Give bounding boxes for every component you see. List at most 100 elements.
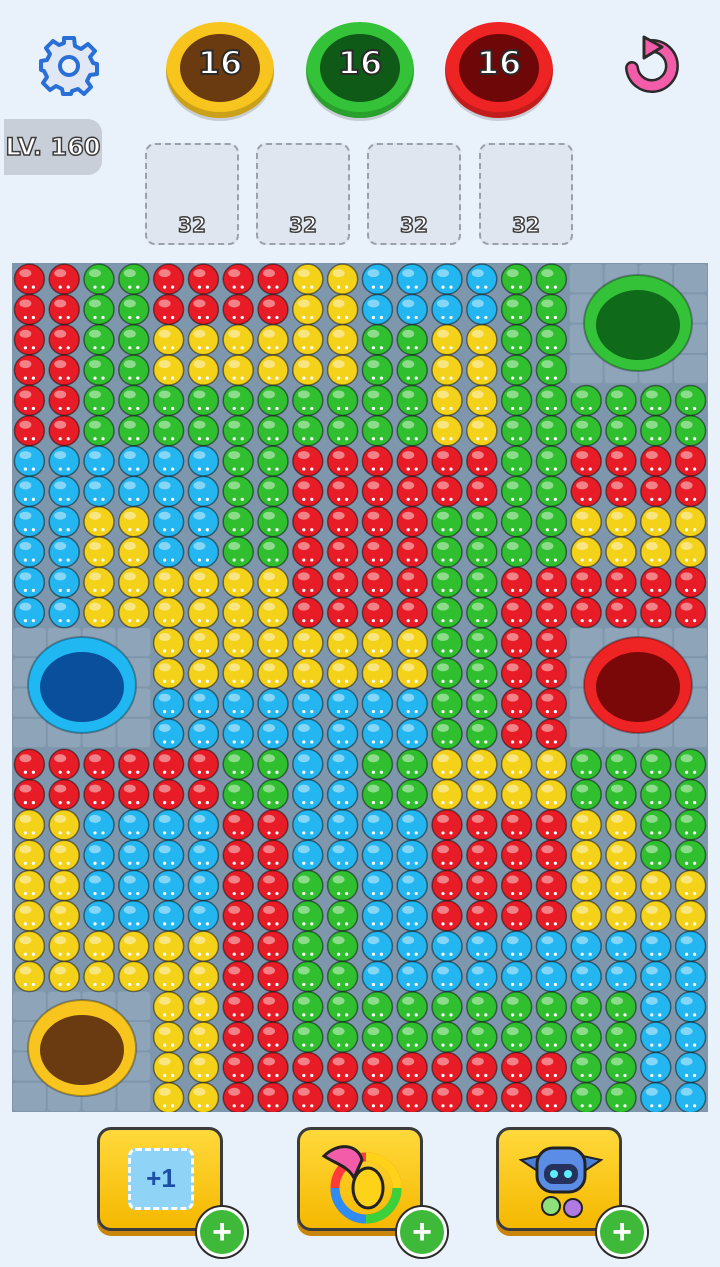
ball [222, 748, 254, 781]
ball [292, 293, 324, 326]
ball [431, 991, 463, 1023]
ball [605, 445, 637, 477]
ball [187, 1021, 220, 1053]
ball [361, 778, 394, 811]
ball [605, 900, 637, 932]
ball [326, 475, 359, 508]
ball [674, 1051, 707, 1084]
ball [674, 930, 707, 962]
settings-gear-icon[interactable] [38, 35, 100, 97]
ball [257, 1082, 289, 1112]
ball [326, 778, 359, 811]
ball [48, 869, 80, 902]
ball [674, 1021, 707, 1053]
ball [674, 384, 707, 417]
ball [222, 475, 254, 508]
ball [292, 505, 324, 538]
ball [326, 263, 359, 295]
ball [570, 596, 602, 629]
ball [535, 991, 568, 1023]
empty-tile [674, 627, 707, 657]
brown-board-hole [27, 999, 137, 1097]
ball [152, 475, 185, 508]
ball [431, 384, 463, 417]
ball [570, 1051, 602, 1084]
ball [466, 627, 498, 659]
ball [118, 869, 150, 902]
empty-tile [13, 627, 46, 657]
ball [640, 839, 672, 871]
ball [674, 778, 707, 811]
ball [257, 991, 289, 1023]
add-powerup-plus-icon[interactable]: + [597, 1207, 647, 1257]
ball [257, 960, 289, 993]
ball [13, 960, 46, 993]
ball [396, 1051, 428, 1084]
ball [13, 778, 46, 811]
ball [535, 627, 568, 659]
ball [118, 960, 150, 993]
ball [13, 596, 46, 629]
ball [674, 475, 707, 508]
add-powerup-plus-icon[interactable]: + [197, 1207, 247, 1257]
ball [535, 1021, 568, 1053]
empty-slot[interactable]: 32 [479, 143, 573, 245]
ball [257, 869, 289, 902]
ball [570, 809, 602, 841]
ball [535, 263, 568, 295]
ball [500, 1082, 533, 1112]
ball [466, 960, 498, 993]
ball [674, 809, 707, 841]
green-hole-count: 16 [337, 43, 384, 83]
ball [222, 960, 254, 993]
ball [257, 293, 289, 326]
ball [292, 566, 324, 599]
empty-slot[interactable]: 32 [256, 143, 350, 245]
ball [674, 960, 707, 993]
ball [570, 536, 602, 568]
empty-slot[interactable]: 32 [145, 143, 239, 245]
empty-slot[interactable]: 32 [367, 143, 461, 245]
ball [326, 324, 359, 356]
ball [118, 384, 150, 417]
ball [83, 384, 115, 417]
ball [535, 445, 568, 477]
ball [500, 869, 533, 902]
ball [222, 415, 254, 447]
ball [396, 657, 428, 690]
ball [48, 475, 80, 508]
ball [466, 293, 498, 326]
ball [83, 960, 115, 993]
ball [500, 324, 533, 356]
ball [13, 475, 46, 508]
restart-icon[interactable] [622, 34, 682, 98]
ball [396, 748, 428, 781]
ball [118, 536, 150, 568]
ball [326, 991, 359, 1023]
ball [361, 869, 394, 902]
ball [187, 718, 220, 750]
ball [326, 293, 359, 326]
ball [187, 991, 220, 1023]
ball [326, 354, 359, 386]
ball [326, 657, 359, 690]
ball [83, 839, 115, 871]
ball [222, 354, 254, 386]
ball [326, 445, 359, 477]
ball [361, 627, 394, 659]
ball [396, 869, 428, 902]
ball [466, 324, 498, 356]
red-hole-count: 16 [476, 43, 523, 83]
ball [13, 263, 46, 295]
ball [118, 566, 150, 599]
ball [361, 1051, 394, 1084]
ball [152, 505, 185, 538]
color-brush-icon [321, 1145, 402, 1224]
ball [222, 657, 254, 690]
ball [640, 1051, 672, 1084]
add-powerup-plus-icon[interactable]: + [397, 1207, 447, 1257]
ball-board[interactable] [12, 263, 708, 1112]
ball [396, 505, 428, 538]
ball [187, 596, 220, 629]
ball [640, 384, 672, 417]
